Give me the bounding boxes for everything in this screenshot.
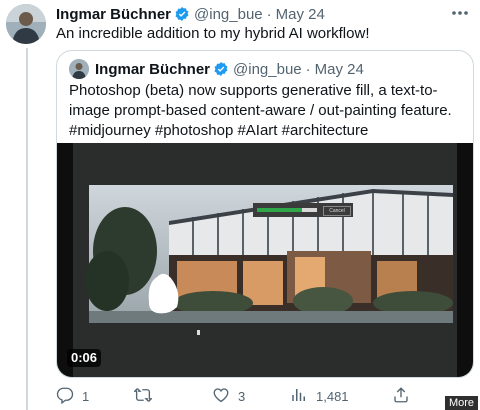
- like-count: 3: [238, 389, 246, 404]
- retweet-button[interactable]: [133, 386, 160, 407]
- quoted-author-name: Ingmar Büchner: [95, 60, 211, 78]
- progress-dialog: Cancel: [253, 203, 353, 217]
- thread-line: [26, 48, 28, 410]
- quoted-tweet-date: May 24: [314, 60, 364, 78]
- verified-badge-icon: [174, 6, 190, 22]
- quoted-tweet-header: Ingmar Büchner @ing_bue · May 24: [69, 59, 364, 79]
- video-frame: Cancel: [73, 143, 457, 377]
- progress-fill: [257, 208, 302, 212]
- author-name[interactable]: Ingmar Büchner: [56, 6, 171, 23]
- like-button[interactable]: 3: [212, 386, 245, 407]
- more-icon[interactable]: [450, 6, 470, 20]
- tweet-header: Ingmar Büchner @ing_bue · May 24: [56, 4, 325, 24]
- tweet-text: An incredible addition to my hybrid AI w…: [56, 25, 370, 42]
- avatar[interactable]: [6, 4, 46, 44]
- quoted-avatar: [69, 59, 89, 79]
- author-handle[interactable]: @ing_bue: [194, 6, 263, 23]
- views-count: 1,481: [316, 389, 349, 404]
- share-icon: [392, 386, 410, 407]
- quoted-tweet-text: Photoshop (beta) now supports generative…: [69, 82, 452, 139]
- verified-badge-icon: [213, 61, 229, 77]
- separator-dot: ·: [266, 5, 272, 23]
- quoted-author-handle: @ing_bue: [233, 60, 302, 78]
- tweet-actions: 1 3 1,481: [56, 386, 416, 406]
- share-button[interactable]: [392, 386, 410, 407]
- video-duration-badge: 0:06: [67, 349, 102, 367]
- progress-track: [257, 208, 317, 212]
- cancel-button: Cancel: [323, 206, 351, 216]
- reply-button[interactable]: 1: [56, 386, 89, 407]
- like-icon: [212, 386, 230, 407]
- views-icon: [290, 386, 308, 407]
- retweet-icon: [133, 386, 153, 407]
- separator-dot: ·: [305, 60, 311, 78]
- views-button[interactable]: 1,481: [290, 386, 349, 407]
- tweet-date[interactable]: May 24: [276, 6, 325, 23]
- quoted-tweet-card[interactable]: Ingmar Büchner @ing_bue · May 24 Photosh…: [56, 50, 474, 378]
- reply-icon: [56, 386, 74, 407]
- more-button[interactable]: More: [444, 396, 478, 410]
- reply-count: 1: [82, 389, 90, 404]
- video-player[interactable]: Cancel 0:06: [57, 143, 473, 377]
- mouse-cursor: [197, 330, 200, 335]
